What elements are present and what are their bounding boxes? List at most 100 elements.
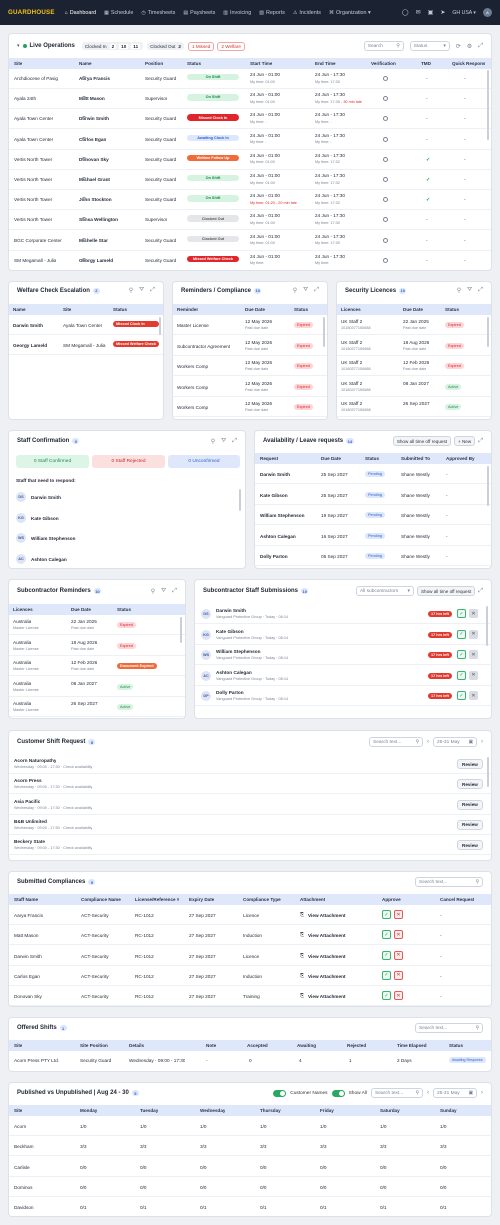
info-icon[interactable] (82, 76, 86, 80)
info-icon[interactable] (82, 156, 86, 161)
list-item[interactable]: AC Ashton Calegan Vanguard Protective Grou… (195, 666, 491, 686)
approve-icon[interactable]: ✓ (457, 609, 466, 618)
verification-icon[interactable] (383, 257, 388, 263)
info-icon[interactable] (82, 237, 86, 242)
list-item[interactable]: WS William Stephenson Vanguard Protective … (195, 645, 491, 665)
table-row[interactable]: Acorn Press PTY Ltd. Security Guard Wednes… (9, 1051, 491, 1071)
comp-search-input[interactable]: Search text... ⚲ (415, 877, 483, 887)
verification-icon[interactable] (383, 76, 388, 81)
table-row[interactable]: Master License 12 May 2026 Past due date Ex… (173, 315, 327, 335)
table-row[interactable]: Australia Master License 18 Aug 2026 Past d… (9, 636, 185, 656)
show-all-toggle[interactable] (331, 1089, 345, 1097)
nav-item[interactable]: ⌘ Organization ▾ (329, 10, 371, 16)
table-row[interactable]: Dominos 0/0 0/0 0/0 0/0 0/0 0/0 0/0 (9, 1177, 491, 1197)
table-row[interactable]: Ayala Town Center Carlos Egan Security Gua… (9, 130, 491, 150)
filter-icon[interactable]: ⛛ (139, 287, 144, 294)
csr-search-input[interactable]: Search text... ⚲ (369, 737, 423, 747)
approve-icon[interactable]: ✓ (457, 650, 466, 659)
app-logo[interactable]: GUARDHOUSE (8, 9, 55, 16)
table-row[interactable]: Ayala Town Center Darwin Smith Security Gu… (9, 109, 491, 130)
table-row[interactable]: Vertis North Tower Sansa Wellington Superv… (9, 210, 491, 231)
expand-icon[interactable]: ⤢ (478, 588, 483, 595)
list-item[interactable]: DS Darwin Smith (9, 487, 245, 507)
verification-icon[interactable] (383, 177, 388, 182)
search-icon[interactable]: ⚲ (211, 438, 215, 445)
reject-icon[interactable]: ✕ (394, 910, 403, 919)
list-item[interactable]: AC Ashton Calegan (9, 549, 245, 569)
nav-item[interactable]: ▤ Paysheets (183, 10, 215, 16)
table-row[interactable]: Ayala 24th Matt Mason Supervisor On Shift 24… (9, 89, 491, 110)
leave-scrollbar[interactable] (486, 466, 489, 506)
staff-scrollbar[interactable] (238, 489, 241, 511)
review-button[interactable]: Review (457, 759, 483, 769)
reject-icon[interactable]: ✕ (469, 691, 478, 700)
table-row[interactable]: Darwin Smith Ayala Town Center Missed Cloc… (9, 315, 163, 335)
table-row[interactable]: BGC Corporate Center Michelle Star Securit… (9, 231, 491, 251)
list-item[interactable]: DS Darwin Smith Vanguard Protective Group … (195, 604, 491, 624)
offered-search-input[interactable]: Search text... ⚲ (415, 1023, 483, 1033)
pub-date-range[interactable]: 25-31 May ▣ (433, 1088, 477, 1098)
approve-icon[interactable]: ✓ (382, 970, 391, 980)
list-item[interactable]: B&B Unlimited Wednesday · 09:00 - 17:30 ·… (9, 815, 491, 835)
expand-icon[interactable]: ⤢ (150, 287, 155, 294)
customer-names-toggle[interactable] (273, 1089, 287, 1097)
table-row[interactable]: Acorn 1/0 1/0 1/0 1/0 1/0 1/0 1/0 (9, 1116, 491, 1136)
search-icon[interactable]: ⚲ (457, 287, 461, 294)
table-row[interactable]: Australia Master License 26 Sep 2027 Active (9, 697, 185, 717)
expand-icon[interactable]: ⤢ (478, 287, 483, 294)
reject-icon[interactable]: ✕ (394, 930, 403, 940)
reject-icon[interactable]: ✕ (394, 991, 403, 1001)
filter-icon[interactable]: ⛛ (467, 287, 472, 294)
view-attachment-link[interactable]: View Attachment (308, 974, 346, 979)
staff-rejected-stat[interactable]: 0 Staff Rejected (92, 455, 165, 468)
approve-icon[interactable]: ✓ (457, 670, 466, 680)
verification-icon[interactable] (383, 136, 388, 142)
welfare-scrollbar[interactable] (158, 317, 161, 335)
info-icon[interactable] (82, 177, 86, 181)
subcontractor-filter-select[interactable]: All subcontractors ▾ (355, 586, 414, 596)
reject-icon[interactable]: ✕ (394, 970, 403, 980)
table-row[interactable]: Australia Master License 22 Jan 2025 Past d… (9, 615, 185, 635)
csr-scrollbar[interactable] (486, 757, 489, 787)
expand-icon[interactable]: ⤢ (478, 43, 483, 50)
table-row[interactable]: Georgy Lameld SM Megamall - Julia Missed W… (9, 335, 163, 355)
table-row[interactable]: Workers Comp 12 May 2026 Past due date Expi… (173, 397, 327, 417)
nav-item[interactable]: ▥ Invoicing (223, 10, 251, 16)
reject-icon[interactable]: ✕ (469, 609, 478, 618)
new-request-button[interactable]: + New (454, 436, 476, 446)
table-row[interactable]: Carlos Egan ACT-Security RC-1012 27 Sep 202… (9, 966, 491, 986)
search-icon[interactable]: ⚲ (293, 287, 297, 294)
table-row[interactable]: Ashton Calegan 16 Sep 2027 Pending Shane We… (255, 526, 491, 546)
csr-date-range[interactable]: 25-31 May ▣ (433, 737, 477, 747)
verification-icon[interactable] (383, 237, 388, 243)
nav-item[interactable]: ▧ Reports (259, 10, 285, 16)
user-menu[interactable]: GH USA ▾ (452, 10, 476, 16)
table-row[interactable]: Australia Master License 08 Jan 2027 Active (9, 677, 185, 697)
refresh-icon[interactable]: ⟳ (456, 43, 461, 50)
review-button[interactable]: Review (457, 779, 483, 790)
pub-search-input[interactable]: Search text... ⚲ (371, 1088, 423, 1098)
table-row[interactable]: Carlisle 0/0 0/0 0/0 0/0 0/0 0/0 0/0 (9, 1157, 491, 1177)
table-row[interactable]: Beckham 3/3 3/3 3/3 3/3 3/3 3/3 3/3 (9, 1136, 491, 1157)
list-item[interactable]: KG Kate Gibson (9, 508, 245, 528)
table-row[interactable]: UK Staff 2 10180377150688 18 Aug 2026 Past … (337, 336, 491, 356)
staff-confirmed-stat[interactable]: 0 Staff Confirmed (16, 455, 89, 468)
subsub-scrollbar[interactable] (485, 606, 488, 646)
table-row[interactable]: UK Staff 2 10180377150688 08 Jan 2027 Activ… (337, 377, 491, 397)
review-button[interactable]: Review (457, 840, 483, 851)
list-item[interactable]: WS William Stephenson (9, 528, 245, 548)
verification-icon[interactable] (383, 96, 388, 102)
chat-icon[interactable]: ◯ (402, 9, 409, 16)
reject-icon[interactable]: ✕ (469, 629, 478, 639)
show-all-submissions-button[interactable]: Show all time off request (416, 586, 476, 596)
missed-badge[interactable]: 1 Missed (187, 41, 215, 51)
table-row[interactable]: Donovan Sky ACT-Security RC-1012 27 Sep 202… (9, 986, 491, 1006)
view-attachment-link[interactable]: View Attachment (308, 933, 346, 938)
live-scrollbar[interactable] (486, 70, 489, 140)
table-row[interactable]: Subcontractor Agreement 12 May 2026 Past d… (173, 336, 327, 356)
clocked-in-stat[interactable]: Clocked In 2 10 11 (81, 42, 144, 50)
subrem-scrollbar[interactable] (179, 617, 182, 643)
send-icon[interactable]: ➤ (440, 9, 445, 16)
list-item[interactable]: Acorn Naturopathy Wednesday · 09:00 - 17:… (9, 754, 491, 774)
table-row[interactable]: UK Staff 2 10180377150688 26 Sep 2027 Activ… (337, 397, 491, 417)
